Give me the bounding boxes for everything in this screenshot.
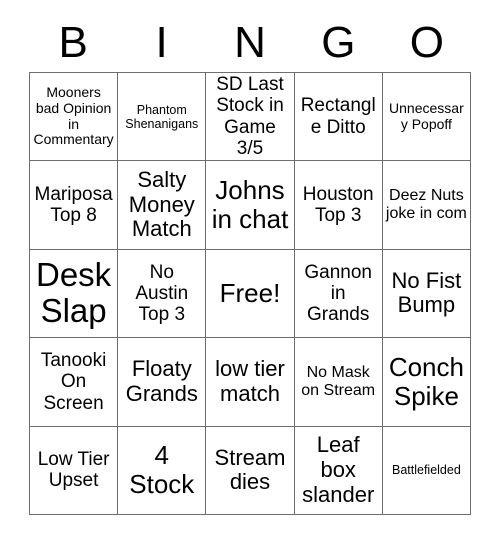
bingo-cell-label: Phantom Shenanigans bbox=[125, 102, 199, 131]
bingo-cell-label: Houston Top 3 bbox=[302, 183, 374, 227]
bingo-cell-label: Leaf box slander bbox=[302, 432, 375, 507]
bingo-cell[interactable]: No Mask on Stream bbox=[294, 338, 383, 427]
bingo-cell[interactable]: Johns in chat bbox=[206, 161, 295, 250]
bingo-cell-label: Gannon in Grands bbox=[304, 261, 372, 326]
bingo-cell-label: SD Last Stock in Game 3/5 bbox=[216, 74, 284, 159]
bingo-cell[interactable]: Salty Money Match bbox=[118, 161, 207, 250]
bingo-cell[interactable]: low tier match bbox=[206, 338, 295, 427]
bingo-cell[interactable]: Gannon in Grands bbox=[294, 249, 383, 339]
bingo-cell-label: Salty Money Match bbox=[128, 167, 195, 242]
bingo-cell[interactable]: Tanooki On Screen bbox=[30, 338, 119, 427]
bingo-cell-label: Desk Slap bbox=[36, 255, 112, 330]
bingo-cell-label: Stream dies bbox=[214, 444, 286, 495]
bingo-cell[interactable]: Mooners bad Opinion in Commentary bbox=[30, 73, 119, 162]
header-letter-g: G bbox=[321, 18, 356, 67]
header-letter-n: N bbox=[234, 18, 266, 67]
header-letter-o: O bbox=[409, 18, 444, 67]
bingo-cell-label: Unnecessary Popoff bbox=[389, 100, 464, 132]
bingo-cell[interactable]: Low Tier Upset bbox=[30, 426, 119, 515]
bingo-cell-label: Mariposa Top 8 bbox=[34, 183, 113, 227]
bingo-cell[interactable]: Leaf box slander bbox=[294, 426, 383, 515]
bingo-cell-label: Johns in chat bbox=[211, 174, 289, 235]
bingo-cell-label: No Fist Bump bbox=[391, 267, 462, 318]
bingo-cell[interactable]: No Fist Bump bbox=[382, 249, 471, 339]
bingo-cell[interactable]: SD Last Stock in Game 3/5 bbox=[206, 73, 295, 162]
bingo-cell-label: 4 Stock bbox=[129, 440, 195, 500]
bingo-cell-label: Conch Spike bbox=[388, 351, 464, 411]
bingo-cell[interactable]: Battlefielded bbox=[382, 426, 471, 515]
bingo-cell-label: No Mask on Stream bbox=[301, 363, 376, 399]
bingo-cell-label: Mooners bad Opinion in Commentary bbox=[33, 84, 114, 148]
header-letter-i: I bbox=[155, 18, 168, 67]
bingo-card: B I N G O Mooners bad Opinion in Comment… bbox=[0, 0, 500, 544]
bingo-header: B I N G O bbox=[29, 14, 471, 72]
header-letter-b: B bbox=[58, 18, 88, 67]
bingo-cell-label: Tanooki On Screen bbox=[40, 349, 107, 414]
bingo-cell-label: Battlefielded bbox=[391, 463, 461, 478]
bingo-cell-label: Floaty Grands bbox=[125, 356, 198, 406]
bingo-cell[interactable]: Desk Slap bbox=[30, 249, 119, 339]
bingo-cell[interactable]: Unnecessary Popoff bbox=[382, 73, 471, 162]
bingo-cell-label: Deez Nuts joke in com bbox=[385, 187, 467, 223]
bingo-cell[interactable]: No Austin Top 3 bbox=[118, 249, 207, 339]
bingo-cell[interactable]: Mariposa Top 8 bbox=[30, 161, 119, 250]
bingo-cell-free[interactable]: Free! bbox=[206, 249, 295, 339]
bingo-cell-label: Rectangle Ditto bbox=[300, 95, 376, 138]
bingo-cell[interactable]: Stream dies bbox=[206, 426, 295, 515]
bingo-cell[interactable]: Phantom Shenanigans bbox=[118, 73, 207, 162]
bingo-cell-label: Low Tier Upset bbox=[37, 449, 110, 492]
bingo-cell[interactable]: Conch Spike bbox=[382, 338, 471, 427]
bingo-cell-label: No Austin Top 3 bbox=[135, 261, 189, 326]
bingo-cell[interactable]: 4 Stock bbox=[118, 426, 207, 515]
bingo-grid: Mooners bad Opinion in Commentary Phanto… bbox=[29, 72, 471, 515]
bingo-cell[interactable]: Floaty Grands bbox=[118, 338, 207, 427]
bingo-cell-label: low tier match bbox=[215, 356, 285, 406]
bingo-cell-label: Free! bbox=[219, 277, 281, 308]
bingo-cell[interactable]: Rectangle Ditto bbox=[294, 73, 383, 162]
bingo-cell[interactable]: Deez Nuts joke in com bbox=[382, 161, 471, 250]
bingo-cell[interactable]: Houston Top 3 bbox=[294, 161, 383, 250]
